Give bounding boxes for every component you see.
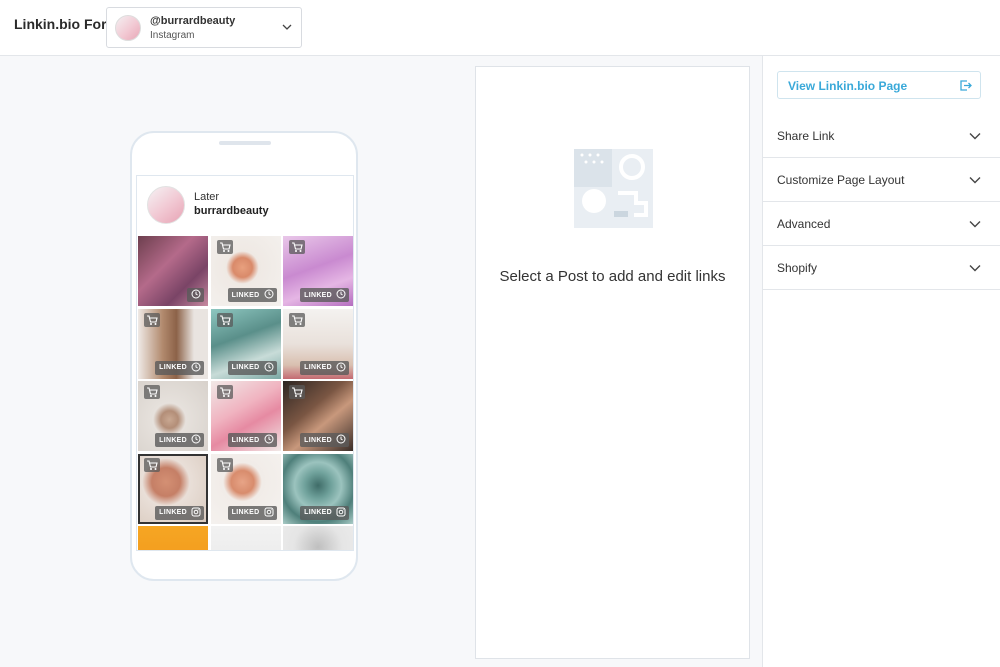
linked-label: LINKED <box>231 509 260 516</box>
chevron-down-icon <box>969 133 981 140</box>
linked-label: LINKED <box>304 436 332 444</box>
post-thumbnail[interactable]: LINKED <box>283 236 353 306</box>
post-thumbnail[interactable]: LINKED <box>138 308 208 379</box>
shopping-cart-icon <box>216 312 233 327</box>
chevron-down-icon <box>969 265 981 272</box>
brand-label: Linkin.bio For <box>14 16 107 32</box>
shopping-cart-icon <box>289 312 305 327</box>
empty-state-message: Select a Post to add and edit links <box>499 268 726 285</box>
profile-title: Later <box>194 191 220 203</box>
chevron-down-icon <box>969 177 981 184</box>
phone-speaker <box>219 141 271 145</box>
clock-icon <box>264 359 274 377</box>
linked-label: LINKED <box>231 436 260 444</box>
post-status-badge: LINKED <box>227 431 277 449</box>
accordion-shopify[interactable]: Shopify <box>763 246 1000 290</box>
accordion-label: Customize Page Layout <box>777 173 905 187</box>
post-status-badge <box>187 288 204 302</box>
account-avatar <box>115 15 141 41</box>
clock-icon <box>336 359 346 377</box>
post-status-badge: LINKED <box>300 359 349 377</box>
post-status-badge: LINKED <box>227 504 277 522</box>
clock-icon <box>336 431 346 449</box>
account-selector[interactable]: @burrardbeauty Instagram <box>106 7 302 48</box>
shopping-cart-icon <box>144 457 160 472</box>
accordion-label: Advanced <box>777 217 831 231</box>
shopping-cart-icon <box>144 312 160 327</box>
linked-label: LINKED <box>159 436 187 444</box>
shopping-cart-icon <box>144 385 160 399</box>
shopping-cart-icon <box>216 457 233 472</box>
post-thumbnail[interactable]: LINKED <box>138 381 208 451</box>
accordion-advanced[interactable]: Advanced <box>763 202 1000 246</box>
linked-label: LINKED <box>231 291 260 299</box>
post-status-badge: LINKED <box>155 504 204 522</box>
post-thumbnail[interactable]: LINKED <box>210 236 281 306</box>
post-status-badge: LINKED <box>155 433 204 447</box>
shopping-cart-icon <box>216 240 233 254</box>
accordion-label: Shopify <box>777 261 818 275</box>
clock-icon <box>191 359 201 377</box>
linked-label: LINKED <box>231 364 260 371</box>
account-handle: @burrardbeauty <box>150 15 236 27</box>
shopping-cart-icon <box>289 385 305 399</box>
clock-icon <box>336 286 346 304</box>
clock-icon <box>264 286 274 304</box>
clock-icon <box>264 431 274 449</box>
chevron-down-icon <box>969 221 981 228</box>
post-thumbnail[interactable] <box>283 526 353 550</box>
post-status-badge: LINKED <box>155 359 204 377</box>
post-editor-panel: Select a Post to add and edit links <box>475 66 750 659</box>
instagram-icon <box>191 504 201 522</box>
post-thumbnail[interactable] <box>138 236 208 306</box>
post-thumbnail[interactable]: LINKED <box>283 453 353 524</box>
post-status-badge: LINKED <box>227 286 277 304</box>
post-thumbnail[interactable]: LINKED <box>138 453 208 524</box>
linked-label: LINKED <box>304 291 332 299</box>
clock-icon <box>191 286 201 304</box>
post-thumbnail[interactable] <box>138 526 208 550</box>
post-thumbnail[interactable]: LINKED <box>210 308 281 379</box>
settings-sidebar: View Linkin.bio Page Share Link Customiz… <box>762 56 1000 667</box>
clock-icon <box>191 431 201 449</box>
shopping-cart-icon <box>289 240 305 254</box>
accordion-customize-page-layout[interactable]: Customize Page Layout <box>763 158 1000 202</box>
instagram-icon <box>264 504 274 522</box>
post-status-badge: LINKED <box>227 359 277 377</box>
linked-label: LINKED <box>304 509 332 516</box>
post-status-badge: LINKED <box>300 288 349 302</box>
post-thumbnail[interactable]: LINKED <box>283 381 353 451</box>
linked-label: LINKED <box>159 364 187 371</box>
accordion-share-link[interactable]: Share Link <box>763 114 1000 158</box>
linked-label: LINKED <box>159 509 187 516</box>
view-linkinbio-button[interactable]: View Linkin.bio Page <box>777 71 981 99</box>
phone-mockup: Later burrardbeauty LINKED LINKED LINKED LI… <box>130 131 358 581</box>
instagram-icon <box>336 504 346 522</box>
post-thumbnail[interactable]: LINKED <box>283 308 353 379</box>
accordion-label: Share Link <box>777 129 835 143</box>
chevron-down-icon <box>282 24 292 30</box>
external-link-icon <box>960 80 972 91</box>
profile-handle: burrardbeauty <box>194 205 269 217</box>
post-status-badge: LINKED <box>300 433 349 447</box>
post-status-badge: LINKED <box>300 504 349 522</box>
profile-avatar <box>147 186 185 224</box>
empty-state-illustration <box>574 149 653 228</box>
post-thumbnail[interactable] <box>210 526 281 550</box>
phone-screen: Later burrardbeauty LINKED LINKED LINKED LI… <box>136 175 354 551</box>
shopping-cart-icon <box>216 385 233 399</box>
account-network: Instagram <box>150 30 195 41</box>
linked-label: LINKED <box>304 364 332 371</box>
post-thumbnail[interactable]: LINKED <box>210 453 281 524</box>
top-bar: Linkin.bio For @burrardbeauty Instagram <box>0 0 1000 56</box>
post-thumbnail[interactable]: LINKED <box>210 381 281 451</box>
view-linkinbio-label: View Linkin.bio Page <box>788 79 908 93</box>
